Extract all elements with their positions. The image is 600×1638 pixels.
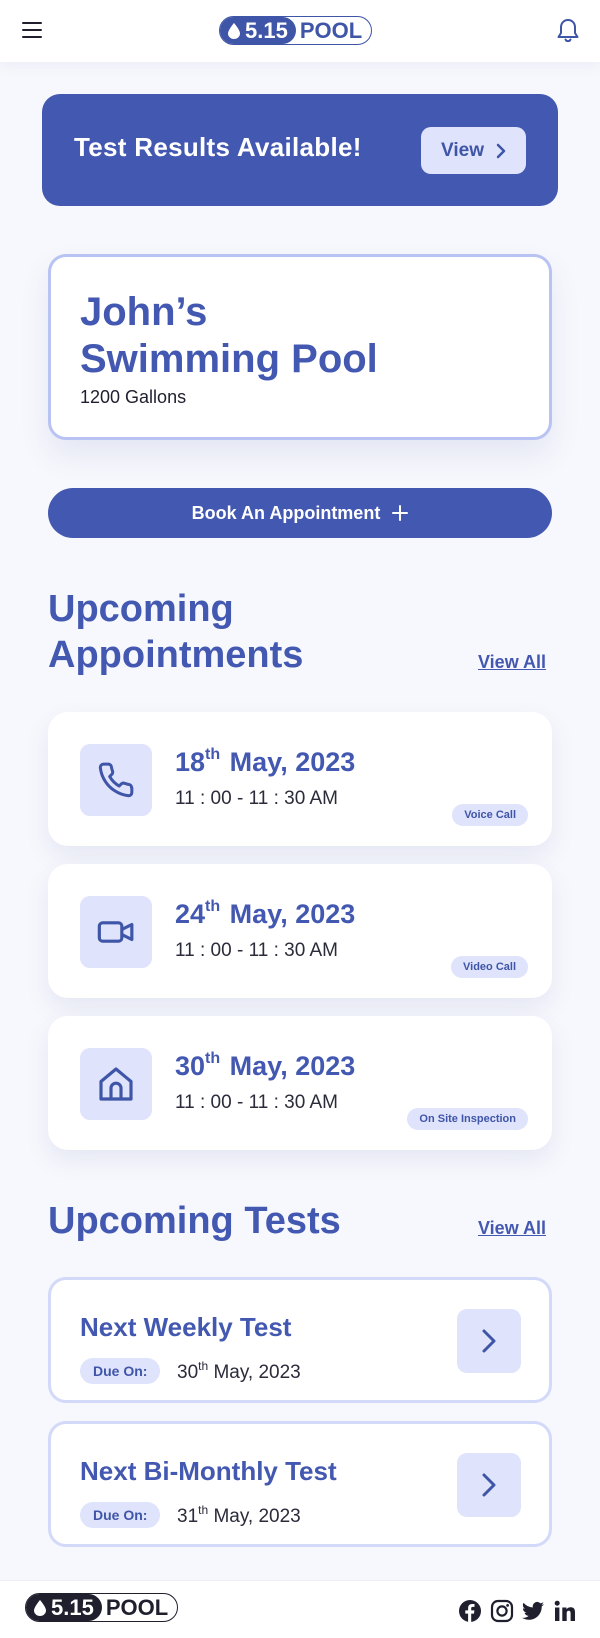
date-suffix: th [205, 898, 221, 915]
linkedin-icon[interactable] [553, 1599, 577, 1623]
date-month-year: May, 2023 [213, 1506, 301, 1527]
footer-logo[interactable]: 5.15 POOL [25, 1593, 179, 1622]
appointment-date: 24th May, 2023 [175, 898, 355, 930]
footer-logo-number: 5.15 [26, 1594, 102, 1621]
appointment-icon-box [80, 896, 152, 968]
water-drop-icon [228, 22, 240, 39]
hamburger-menu-icon[interactable] [22, 22, 42, 40]
test-title: Next Weekly Test [80, 1312, 292, 1342]
logo-number: 5.15 [220, 17, 296, 44]
date-suffix: th [198, 1359, 209, 1373]
tests-view-all-link[interactable]: View All [478, 1218, 546, 1239]
open-test-button[interactable] [457, 1309, 521, 1373]
appointment-time: 11 : 00 - 11 : 30 AM [175, 1092, 339, 1113]
test-due-date: 30th May, 2023 [177, 1359, 301, 1384]
appointment-type-badge: On Site Inspection [407, 1108, 528, 1130]
due-on-badge: Due On: [80, 1502, 161, 1528]
twitter-icon[interactable] [521, 1599, 545, 1623]
instagram-icon[interactable] [490, 1599, 514, 1623]
view-button-label: View [441, 139, 484, 161]
test-results-banner: Test Results Available! View [42, 94, 558, 206]
appointment-type-badge: Voice Call [452, 804, 528, 826]
appointments-section-title: Upcoming Appointments [48, 586, 303, 678]
facebook-icon[interactable] [458, 1599, 482, 1623]
logo-word: POOL [299, 17, 363, 43]
appointment-date: 30th May, 2023 [175, 1050, 355, 1082]
tests-section-title: Upcoming Tests [48, 1200, 341, 1242]
chevron-right-icon [482, 1473, 496, 1497]
date-suffix: th [205, 1050, 221, 1067]
book-appointment-label: Book An Appointment [191, 502, 381, 523]
appointment-time: 11 : 00 - 11 : 30 AM [175, 940, 339, 961]
pool-name: John’s Swimming Pool [80, 289, 378, 383]
book-appointment-button[interactable]: Book An Appointment [48, 488, 552, 538]
logo-number-text: 5.15 [245, 17, 288, 43]
pool-card[interactable]: John’s Swimming Pool 1200 Gallons [48, 254, 552, 440]
pool-gallons: 1200 Gallons [80, 387, 187, 407]
date-month-year: May, 2023 [213, 1362, 301, 1383]
date-day: 24 [175, 899, 206, 929]
video-camera-icon [97, 921, 134, 943]
house-icon [99, 1067, 133, 1101]
test-due-date: 31th May, 2023 [177, 1503, 301, 1528]
date-day: 18 [175, 747, 206, 777]
appointment-icon-box [80, 1048, 152, 1120]
date-day: 31 [177, 1506, 199, 1527]
app-header: 5.15 POOL [0, 0, 600, 62]
phone-icon [98, 762, 134, 798]
date-month-year: May, 2023 [229, 747, 356, 777]
open-test-button[interactable] [457, 1453, 521, 1517]
date-day: 30 [177, 1362, 199, 1383]
due-on-badge: Due On: [80, 1358, 161, 1384]
notification-bell-icon[interactable] [556, 18, 580, 44]
pool-name-line2: Swimming Pool [80, 337, 378, 381]
app-footer: 5.15 POOL [0, 1580, 600, 1638]
water-drop-icon [34, 1599, 46, 1616]
appointment-icon-box [80, 744, 152, 816]
appointments-title-line1: Upcoming [48, 588, 234, 630]
footer-logo-word: POOL [105, 1594, 169, 1620]
test-card[interactable]: Next Bi-Monthly Test Due On: 31th May, 2… [48, 1421, 552, 1547]
logo[interactable]: 5.15 POOL [219, 16, 373, 45]
date-month-year: May, 2023 [229, 1051, 356, 1081]
date-day: 30 [175, 1051, 206, 1081]
plus-icon [392, 505, 409, 521]
appointment-date: 18th May, 2023 [175, 746, 355, 778]
date-suffix: th [205, 746, 221, 763]
chevron-right-icon [496, 143, 506, 158]
appointment-time: 11 : 00 - 11 : 30 AM [175, 788, 339, 809]
appointments-view-all-link[interactable]: View All [478, 652, 546, 673]
banner-title: Test Results Available! [74, 132, 362, 162]
date-month-year: May, 2023 [229, 899, 356, 929]
appointment-card[interactable]: 24th May, 2023 11 : 00 - 11 : 30 AM Vide… [48, 864, 552, 998]
appointment-card[interactable]: 30th May, 2023 11 : 00 - 11 : 30 AM On S… [48, 1016, 552, 1150]
date-suffix: th [198, 1503, 209, 1517]
test-card[interactable]: Next Weekly Test Due On: 30th May, 2023 [48, 1277, 552, 1403]
appointment-card[interactable]: 18th May, 2023 11 : 00 - 11 : 30 AM Voic… [48, 712, 552, 846]
test-title: Next Bi-Monthly Test [80, 1456, 337, 1486]
appointment-type-badge: Video Call [451, 956, 528, 978]
chevron-right-icon [482, 1329, 496, 1353]
pool-name-line1: John’s [80, 290, 208, 334]
view-results-button[interactable]: View [421, 127, 526, 174]
appointments-title-line2: Appointments [48, 634, 304, 676]
footer-logo-number-text: 5.15 [51, 1594, 94, 1620]
